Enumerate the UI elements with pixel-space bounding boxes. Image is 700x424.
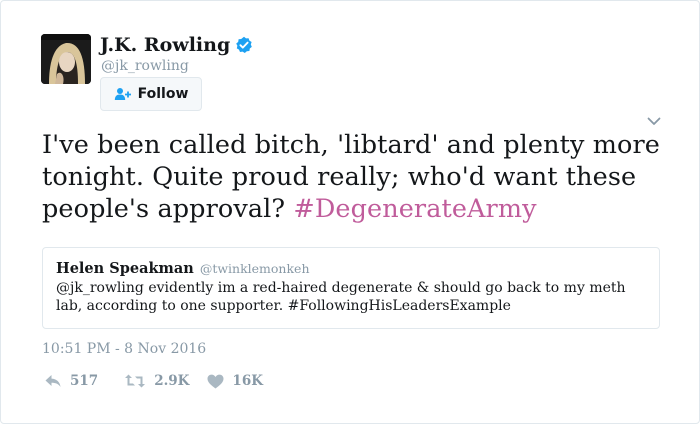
chevron-down-icon[interactable] (646, 113, 662, 129)
verified-badge-icon (236, 36, 253, 53)
tweet-card: J.K. Rowling @jk_rowling Follow I've bee… (0, 0, 700, 424)
tweet-hashtag-link[interactable]: #DegenerateArmy (293, 194, 536, 224)
like-button[interactable]: 16K (207, 373, 263, 389)
quoted-handle: @twinklemonkeh (199, 261, 310, 276)
author-avatar[interactable] (41, 34, 91, 84)
add-user-icon (114, 88, 131, 100)
author-display-name[interactable]: J.K. Rowling (100, 34, 230, 56)
reply-icon (45, 375, 61, 387)
quoted-display-name: Helen Speakman (56, 260, 194, 277)
quoted-tweet-header: Helen Speakman @twinklemonkeh (56, 260, 645, 277)
heart-icon (207, 374, 224, 388)
retweet-icon (125, 374, 146, 388)
tweet-actions: 517 2.9K 16K (44, 373, 281, 389)
like-count: 16K (232, 373, 263, 389)
tweet-text: I've been called bitch, 'libtard' and pl… (42, 129, 672, 225)
follow-button[interactable]: Follow (100, 77, 202, 111)
retweet-button[interactable]: 2.9K (124, 373, 189, 389)
reply-button[interactable]: 517 (44, 373, 98, 389)
profile-photo-icon (41, 34, 91, 84)
quoted-tweet[interactable]: Helen Speakman @twinklemonkeh @jk_rowlin… (42, 247, 660, 329)
quoted-tweet-text: @jk_rowling evidently im a red-haired de… (56, 280, 626, 314)
retweet-count: 2.9K (154, 373, 190, 389)
follow-button-label: Follow (137, 86, 189, 102)
author-name-row: J.K. Rowling (100, 34, 253, 56)
tweet-timestamp[interactable]: 10:51 PM - 8 Nov 2016 (42, 341, 206, 357)
reply-count: 517 (70, 373, 99, 389)
author-handle[interactable]: @jk_rowling (101, 58, 189, 74)
